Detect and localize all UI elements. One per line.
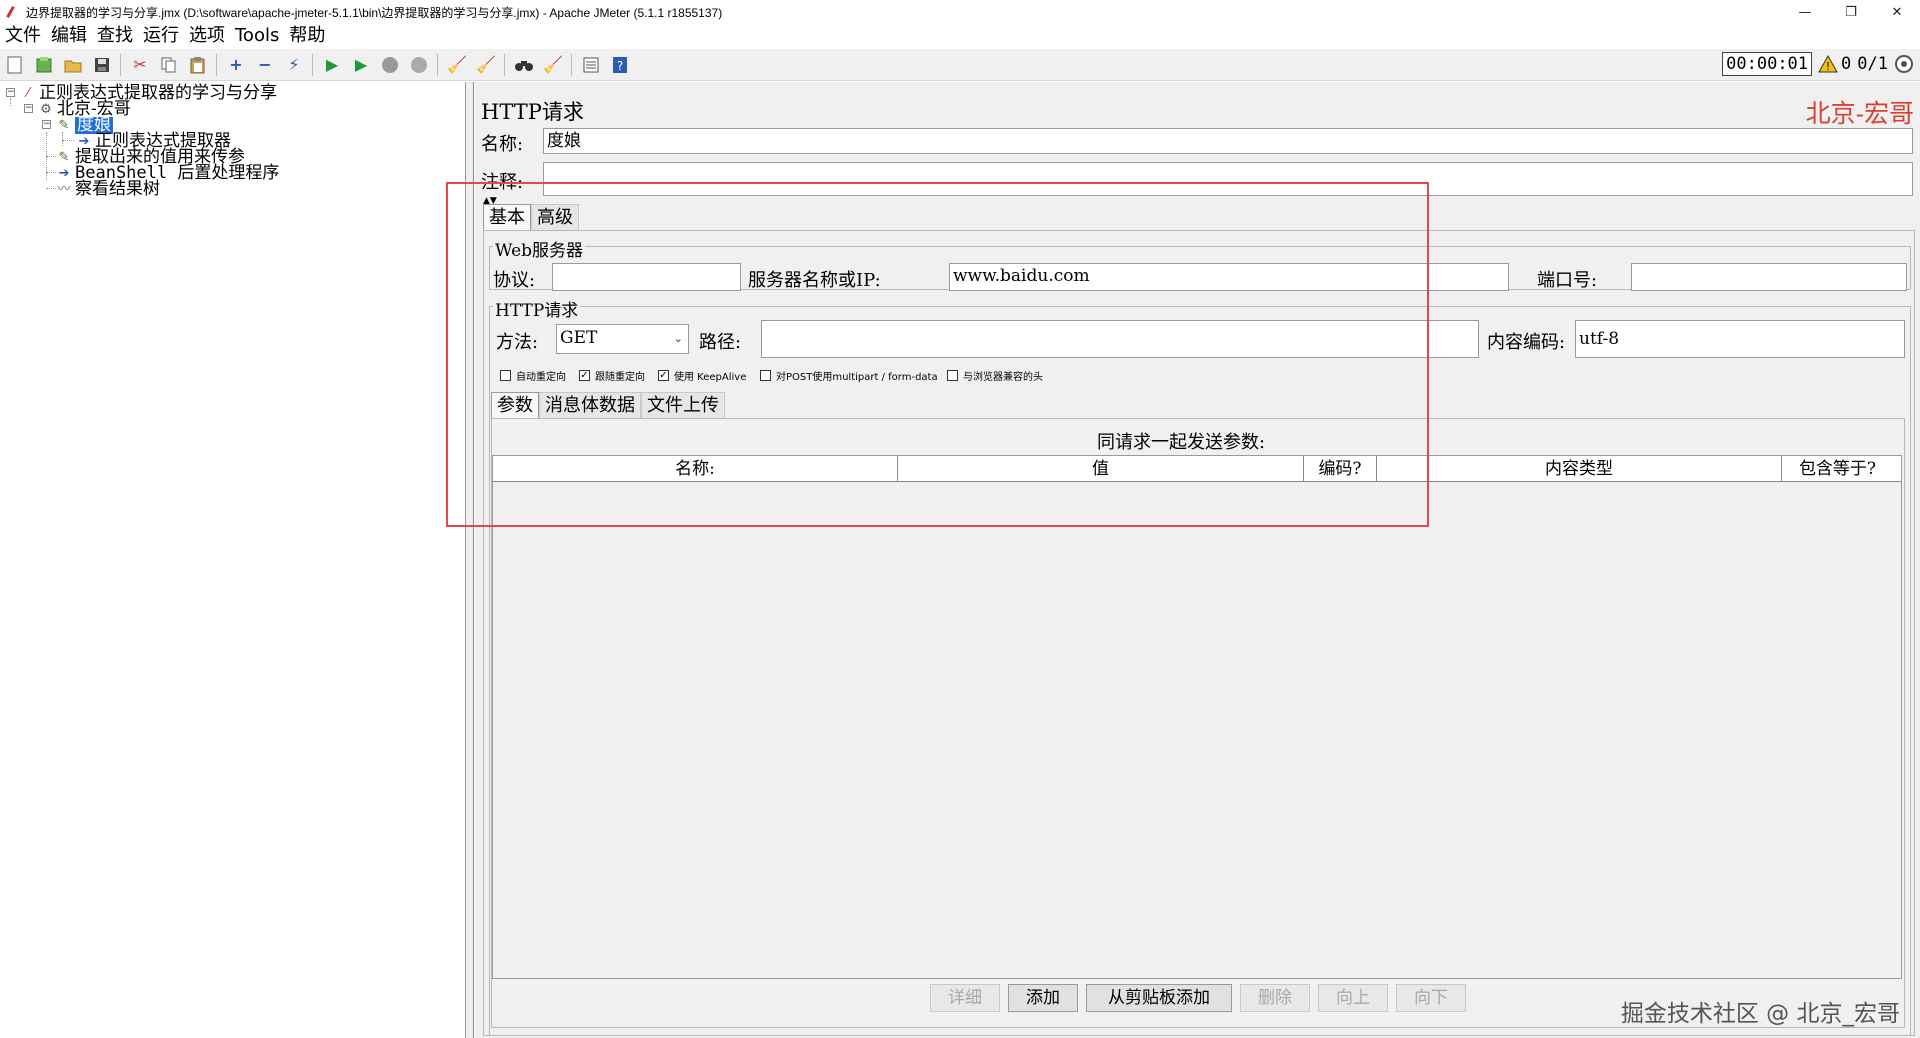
delete-button[interactable]: 删除	[1240, 984, 1310, 1012]
sampler-pencil-icon: ✎	[58, 118, 70, 133]
collapse-thread-group-toggle[interactable]: −	[24, 104, 33, 113]
start-icon[interactable]: ▶	[321, 54, 343, 76]
toolbar-separator	[571, 53, 572, 76]
remote-status-icon	[1895, 55, 1913, 73]
add-from-clipboard-button[interactable]: 从剪贴板添加	[1086, 984, 1232, 1012]
post-processor-arrow-icon: ➔	[58, 166, 70, 181]
function-helper-icon[interactable]	[580, 54, 602, 76]
toggle-icon[interactable]: ⚡	[283, 54, 305, 76]
expand-icon[interactable]: +	[225, 54, 247, 76]
paste-icon[interactable]	[187, 54, 209, 76]
tree-node-results-tree[interactable]: 〰 察看结果树	[56, 181, 160, 198]
collapse-icon[interactable]: −	[254, 54, 276, 76]
panel-title: HTTP请求	[481, 100, 584, 124]
svg-text:?: ?	[617, 59, 623, 73]
menu-bar: 文件 编辑 查找 运行 选项 Tools 帮助	[0, 24, 1920, 48]
name-field[interactable]: 度娘	[543, 128, 1913, 154]
search-binoculars-icon[interactable]	[513, 54, 535, 76]
menu-search[interactable]: 查找	[92, 24, 138, 48]
thread-count: 0/1	[1857, 54, 1888, 74]
window-title: 边界提取器的学习与分享.jmx (D:\software\apache-jmet…	[26, 5, 723, 20]
warning-icon: !	[1818, 55, 1838, 73]
menu-run[interactable]: 运行	[138, 24, 184, 48]
tree-node-label: 察看结果树	[75, 179, 160, 199]
new-icon[interactable]	[4, 54, 26, 76]
test-plan-tree[interactable]: − ⁄ 正则表达式提取器的学习与分享 − ⚙ 北京-宏哥 − ✎ 度娘 ➔ 正则…	[0, 82, 466, 1038]
jmeter-feather-icon	[6, 5, 20, 19]
templates-icon[interactable]	[33, 54, 55, 76]
sampler-pencil-icon: ✎	[58, 150, 70, 165]
warning-count: 0	[1841, 54, 1852, 74]
clear-all-icon[interactable]: 🧹	[475, 54, 497, 76]
warning-indicator[interactable]: ! 0	[1818, 54, 1851, 74]
menu-file[interactable]: 文件	[0, 24, 46, 48]
close-button[interactable]: ✕	[1874, 0, 1920, 24]
column-header-include-equals[interactable]: 包含等于?	[1782, 456, 1893, 482]
clear-icon[interactable]: 🧹	[446, 54, 468, 76]
add-button[interactable]: 添加	[1008, 984, 1078, 1012]
toolbar-separator	[437, 53, 438, 76]
copy-icon[interactable]	[158, 54, 180, 76]
port-field[interactable]	[1631, 263, 1907, 291]
title-bar: 边界提取器的学习与分享.jmx (D:\software\apache-jmet…	[0, 0, 1920, 24]
menu-edit[interactable]: 编辑	[46, 24, 92, 48]
thread-group-gear-icon: ⚙	[40, 102, 52, 117]
start-no-pauses-icon[interactable]: ▶	[350, 54, 372, 76]
parameters-table[interactable]: 名称: 值 编码? 内容类型 包含等于?	[492, 455, 1902, 979]
restore-button[interactable]: ❐	[1828, 0, 1874, 24]
name-label: 名称:	[481, 134, 524, 155]
menu-options[interactable]: 选项	[184, 24, 230, 48]
footer-watermark: 掘金技术社区 @ 北京_宏哥	[1620, 1001, 1900, 1027]
menu-tools[interactable]: Tools	[230, 24, 284, 48]
author-watermark: 北京-宏哥	[1805, 100, 1914, 128]
toolbar-separator	[120, 53, 121, 76]
detail-button[interactable]: 详细	[930, 984, 1000, 1012]
menu-help[interactable]: 帮助	[284, 24, 330, 48]
column-header-content-type[interactable]: 内容类型	[1377, 456, 1782, 482]
open-icon[interactable]	[62, 54, 84, 76]
encoding-field[interactable]: utf-8	[1575, 320, 1905, 358]
move-down-button[interactable]: 向下	[1396, 984, 1466, 1012]
listener-chart-icon: 〰	[57, 182, 71, 197]
help-icon[interactable]: ?	[609, 54, 631, 76]
highlight-annotation-box	[446, 182, 1429, 527]
reset-search-icon[interactable]: 🧹	[542, 54, 564, 76]
collapse-sampler-toggle[interactable]: −	[42, 120, 51, 129]
move-up-button[interactable]: 向上	[1318, 984, 1388, 1012]
minimize-button[interactable]: —	[1782, 0, 1828, 24]
shutdown-icon[interactable]	[408, 54, 430, 76]
toolbar-separator	[504, 53, 505, 76]
save-icon[interactable]	[91, 54, 113, 76]
collapse-root-toggle[interactable]: −	[6, 88, 15, 97]
toolbar: ✂ + − ⚡ ▶ ▶ 🧹 🧹 🧹 ? 00:00:01 ! 0 0/1	[0, 49, 1920, 81]
cut-icon[interactable]: ✂	[129, 54, 151, 76]
elapsed-timer: 00:00:01	[1722, 52, 1813, 76]
stop-icon[interactable]	[379, 54, 401, 76]
toolbar-separator	[312, 53, 313, 76]
svg-text:!: !	[1826, 60, 1830, 73]
test-plan-icon: ⁄	[26, 86, 30, 101]
port-label: 端口号:	[1537, 270, 1598, 291]
encoding-label: 内容编码:	[1487, 332, 1566, 353]
toolbar-separator	[216, 53, 217, 76]
